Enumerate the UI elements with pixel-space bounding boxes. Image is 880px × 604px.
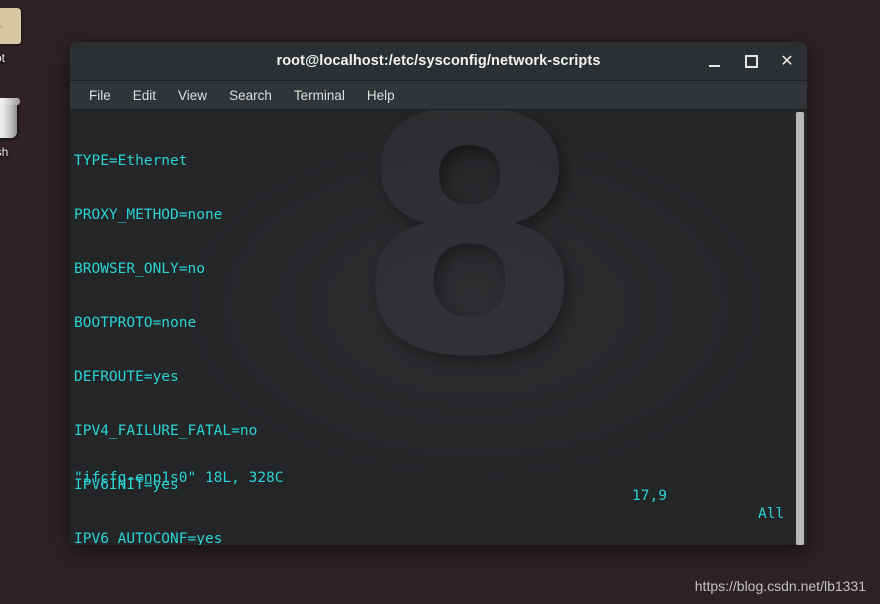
menu-item-edit[interactable]: Edit bbox=[124, 85, 165, 106]
desktop-icon-root-home[interactable]: ot bbox=[0, 2, 32, 65]
watermark: https://blog.csdn.net/lb1331 bbox=[694, 578, 866, 594]
desktop-icon-trash[interactable]: sh bbox=[0, 96, 34, 159]
minimize-icon[interactable] bbox=[705, 51, 725, 71]
desktop-icon-label: ot bbox=[0, 51, 5, 65]
menu-item-file[interactable]: File bbox=[80, 85, 120, 106]
status-scroll-scope: All bbox=[758, 506, 785, 522]
desktop: ot sh root@localhost:/etc/sysconfig/netw… bbox=[0, 0, 880, 604]
scrollbar-thumb[interactable] bbox=[796, 112, 804, 545]
menubar: File Edit View Search Terminal Help bbox=[70, 81, 807, 110]
editor-line: BOOTPROTO=none bbox=[74, 315, 197, 331]
folder-home-icon bbox=[0, 2, 23, 48]
editor-status-line: "ifcfg-enp1s0" 18L, 328C 17,9 All bbox=[70, 451, 807, 541]
status-cursor-position: 17,9 bbox=[632, 488, 667, 504]
menu-item-search[interactable]: Search bbox=[220, 85, 281, 106]
maximize-icon[interactable] bbox=[741, 51, 761, 71]
menu-item-terminal[interactable]: Terminal bbox=[285, 85, 354, 106]
editor-line: PROXY_METHOD=none bbox=[74, 207, 223, 223]
window-title: root@localhost:/etc/sysconfig/network-sc… bbox=[276, 53, 601, 69]
window-controls: ✕ bbox=[705, 42, 797, 80]
editor-line: DEFROUTE=yes bbox=[74, 369, 179, 385]
terminal-screen[interactable]: 8 TYPE=Ethernet PROXY_METHOD=none BROWSE… bbox=[70, 110, 807, 545]
desktop-icon-label: sh bbox=[0, 145, 9, 159]
editor-line: IPV4_FAILURE_FATAL=no bbox=[74, 423, 258, 439]
vertical-scrollbar[interactable] bbox=[793, 110, 807, 545]
window-titlebar[interactable]: root@localhost:/etc/sysconfig/network-sc… bbox=[70, 42, 807, 81]
terminal-window[interactable]: root@localhost:/etc/sysconfig/network-sc… bbox=[70, 42, 807, 545]
editor-line: TYPE=Ethernet bbox=[74, 153, 188, 169]
menu-item-help[interactable]: Help bbox=[358, 85, 404, 106]
menu-item-view[interactable]: View bbox=[169, 85, 216, 106]
trash-icon bbox=[0, 96, 25, 142]
status-file-info: "ifcfg-enp1s0" 18L, 328C bbox=[74, 470, 284, 486]
editor-line: BROWSER_ONLY=no bbox=[74, 261, 205, 277]
close-icon[interactable]: ✕ bbox=[777, 51, 797, 71]
